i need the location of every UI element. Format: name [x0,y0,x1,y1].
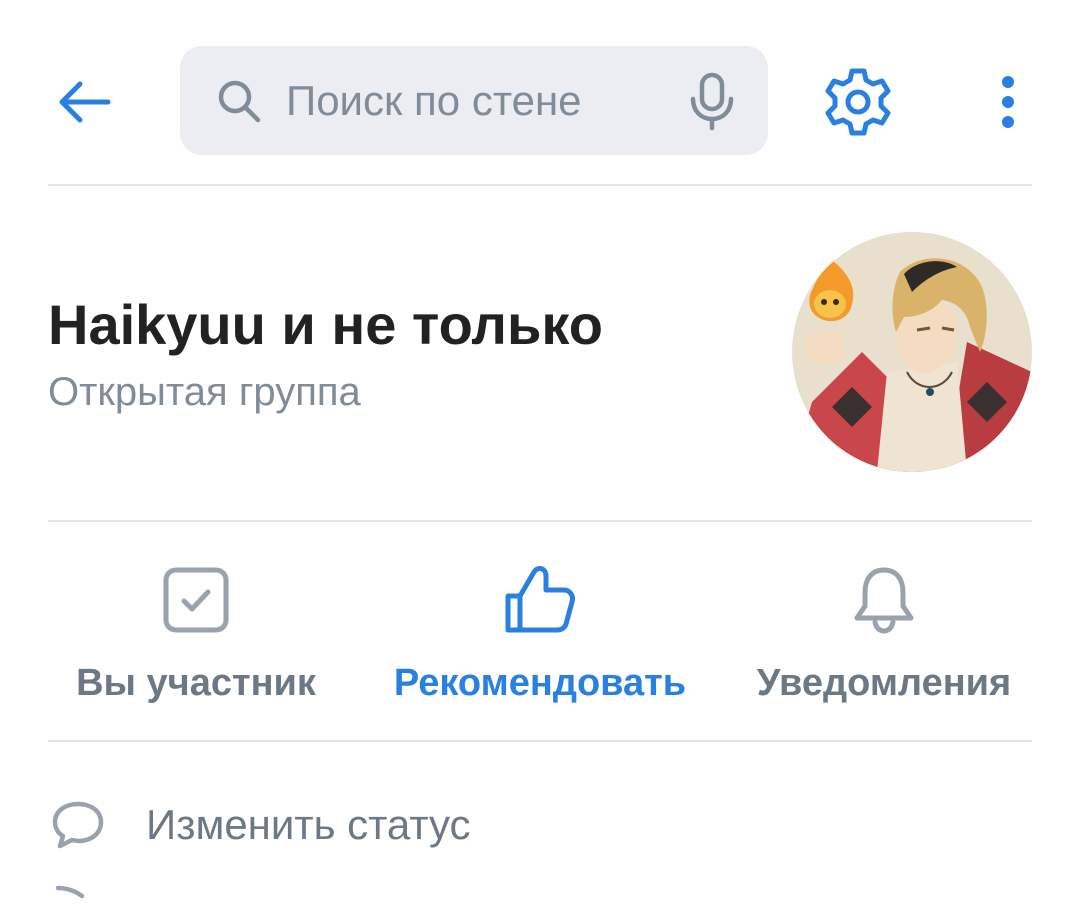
top-bar: Поиск по стене [0,0,1080,186]
recommend-button[interactable]: Рекомендовать [390,560,690,710]
recommend-label: Рекомендовать [393,662,687,704]
gear-icon [825,68,891,136]
back-button[interactable] [52,72,116,132]
divider [48,740,1032,742]
search-placeholder: Поиск по стене [286,76,582,124]
wall-search-input[interactable]: Поиск по стене [180,46,768,155]
notifications-label: Уведомления [756,662,1012,704]
more-options-button[interactable] [988,70,1028,134]
notifications-button[interactable]: Уведомления [734,560,1034,710]
divider [48,520,1032,522]
microphone-icon[interactable] [684,72,740,130]
change-status-row[interactable]: Изменить статус [48,790,1032,860]
group-type: Открытая группа [48,370,361,414]
speech-bubble-icon [48,795,108,855]
member-status-button[interactable]: Вы участник [46,560,346,710]
divider [48,184,1032,186]
search-icon [216,77,264,125]
checkbox-checked-icon [156,560,236,640]
arrow-left-icon [59,81,111,123]
more-vertical-icon [1002,76,1014,128]
settings-button[interactable] [818,62,898,142]
member-status-label: Вы участник [76,662,316,704]
change-status-label: Изменить статус [146,801,471,848]
thumbs-up-icon [500,560,580,640]
bell-icon [844,560,924,640]
group-name: Haikyuu и не только [48,293,603,356]
partial-row-icon [55,885,85,899]
group-avatar[interactable] [792,232,1032,472]
